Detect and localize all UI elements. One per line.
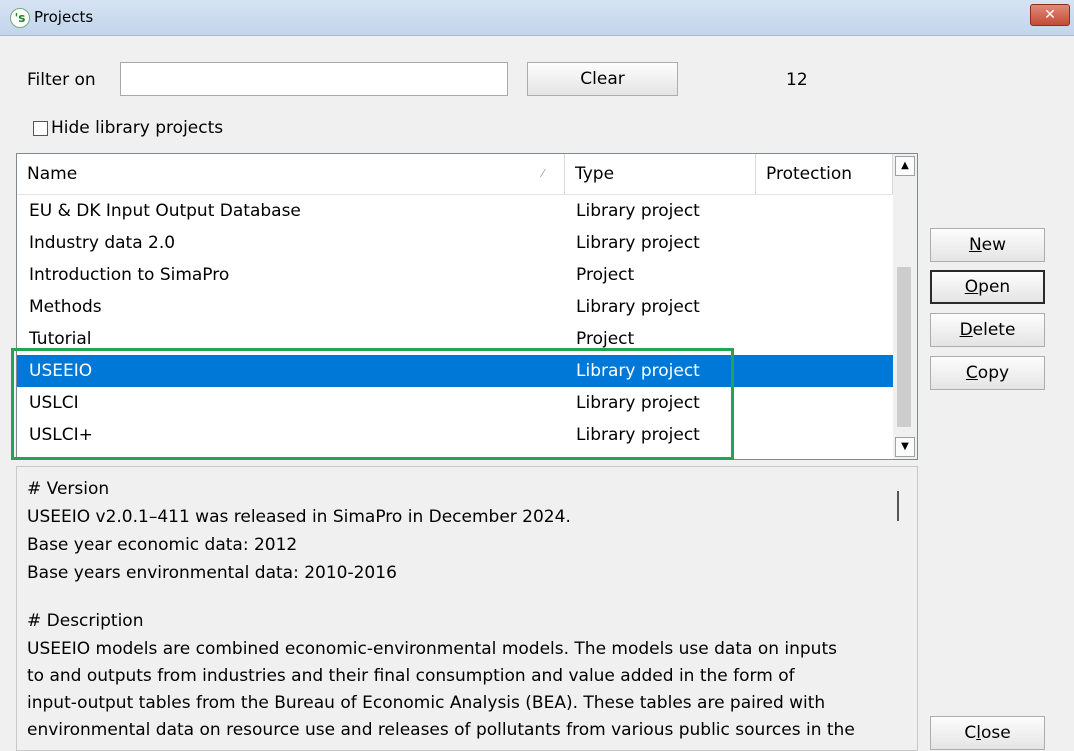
row-name: USLCI <box>29 393 79 413</box>
description-line: # Description <box>27 611 144 631</box>
scroll-thumb[interactable] <box>897 267 911 427</box>
hide-library-checkbox[interactable] <box>33 121 48 136</box>
row-type: Library project <box>576 233 700 253</box>
projects-list[interactable]: Name ⁄ Type Protection EU & DK Input Out… <box>16 153 918 460</box>
scroll-up-icon[interactable]: ▲ <box>895 156 915 176</box>
close-button-label-post: ose <box>980 723 1011 743</box>
scroll-down-icon[interactable]: ▼ <box>895 437 915 457</box>
delete-button[interactable]: Delete <box>930 313 1045 347</box>
description-line: input-output tables from the Bureau of E… <box>27 693 826 713</box>
description-line: environmental data on resource use and r… <box>27 720 855 740</box>
title-bar: 's Projects ✕ <box>0 0 1074 36</box>
row-name: Industry data 2.0 <box>29 233 176 253</box>
description-line: Base years environmental data: 2010-2016 <box>27 563 397 583</box>
table-row[interactable]: Introduction to SimaPro Project <box>17 259 893 291</box>
table-row[interactable]: Industry data 2.0 Library project <box>17 227 893 259</box>
table-row[interactable]: Tutorial Project <box>17 323 893 355</box>
sort-arrow-icon: ⁄ <box>542 167 544 180</box>
copy-button-accesskey: C <box>965 363 978 383</box>
row-type: Project <box>576 329 635 349</box>
row-type: Project <box>576 265 635 285</box>
close-window-button[interactable]: ✕ <box>1030 4 1070 26</box>
description-line: # Version <box>27 479 110 499</box>
clear-button[interactable]: Clear <box>527 62 678 96</box>
description-line: Base year economic data: 2012 <box>27 535 298 555</box>
row-type: Library project <box>576 297 700 317</box>
row-type: Library project <box>576 201 700 221</box>
hide-library-label[interactable]: Hide library projects <box>51 118 223 138</box>
row-name: EU & DK Input Output Database <box>29 201 301 221</box>
description-line: USEEIO v2.0.1–411 was released in SimaPr… <box>27 507 571 527</box>
row-name: Tutorial <box>29 329 92 349</box>
description-line: USEEIO models are combined economic-envi… <box>27 639 837 659</box>
window-title: Projects <box>34 8 94 26</box>
open-button-label-post: pen <box>978 277 1011 297</box>
row-type: Library project <box>576 425 700 445</box>
description-line: to and outputs from industries and their… <box>27 666 795 686</box>
column-header-type[interactable]: Type <box>565 154 756 194</box>
copy-button-label-post: opy <box>977 363 1010 383</box>
list-header: Name ⁄ Type Protection <box>17 154 893 195</box>
delete-button-label-post: elete <box>972 320 1016 340</box>
list-scrollbar[interactable]: ▲ ▼ <box>893 154 917 459</box>
row-type: Library project <box>576 361 700 381</box>
new-button-label-post: ew <box>981 235 1007 255</box>
table-row[interactable]: EU & DK Input Output Database Library pr… <box>17 195 893 227</box>
new-button-accesskey: N <box>968 235 982 255</box>
column-header-protection[interactable]: Protection <box>756 154 893 194</box>
close-button-label-pre: C <box>964 723 977 743</box>
row-name: USLCI+ <box>29 425 93 445</box>
open-button[interactable]: Open <box>930 270 1045 304</box>
filter-input[interactable] <box>120 62 508 96</box>
simapro-logo-icon: 's <box>10 8 30 28</box>
row-name: Methods <box>29 297 102 317</box>
row-name: USEEIO <box>29 361 93 381</box>
description-scroll-thumb[interactable] <box>897 491 899 521</box>
project-count: 12 <box>786 70 808 90</box>
new-button[interactable]: New <box>930 228 1045 262</box>
description-panel[interactable]: # Version USEEIO v2.0.1–411 was released… <box>16 466 918 751</box>
copy-button[interactable]: Copy <box>930 356 1045 390</box>
table-row[interactable]: USLCI Library project <box>17 387 893 419</box>
open-button-accesskey: O <box>964 277 979 297</box>
filter-label: Filter on <box>27 70 96 90</box>
table-row-selected[interactable]: USEEIO Library project <box>17 355 893 387</box>
column-header-name[interactable]: Name <box>17 154 565 194</box>
close-button[interactable]: Close <box>930 716 1045 750</box>
row-type: Library project <box>576 393 700 413</box>
table-row[interactable]: USLCI+ Library project <box>17 419 893 451</box>
delete-button-accesskey: D <box>959 320 973 340</box>
table-row[interactable]: Methods Library project <box>17 291 893 323</box>
row-name: Introduction to SimaPro <box>29 265 230 285</box>
